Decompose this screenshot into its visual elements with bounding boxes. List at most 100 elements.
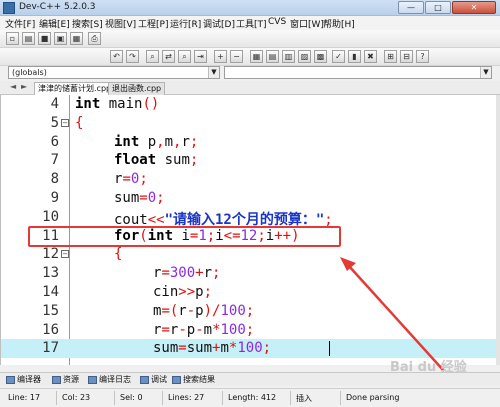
tab-scroll-left-icon[interactable]: ◄ — [10, 82, 16, 91]
tab-compiler[interactable]: 编译器 — [6, 375, 41, 386]
code-token: = — [161, 321, 170, 338]
undo-icon[interactable]: ↶ — [110, 50, 123, 63]
print-icon[interactable]: ⎙ — [88, 32, 101, 45]
tab-compile-log[interactable]: 编译日志 — [88, 375, 131, 386]
chart-icon[interactable]: ▮ — [348, 50, 361, 63]
code-token: float — [114, 152, 157, 169]
code-line[interactable]: 10 cout<<"请输入12个月的预算："; — [1, 208, 496, 228]
scope-combo[interactable]: (globals) ▼ — [8, 66, 220, 79]
code-line[interactable]: 8 r=0; — [1, 170, 496, 189]
new-class-icon[interactable]: ⊞ — [384, 50, 397, 63]
save-icon[interactable]: ■ — [38, 32, 51, 45]
code-token: ; — [189, 133, 199, 150]
code-token: ; — [262, 340, 272, 357]
menu-file[interactable]: 文件[F] — [5, 17, 35, 30]
status-separator — [290, 391, 291, 405]
find-icon[interactable]: ⌕ — [146, 50, 159, 63]
search-results-icon — [172, 376, 181, 384]
code-token: 100 — [220, 321, 246, 338]
code-line[interactable]: 5−{ — [1, 114, 496, 133]
code-token: * — [212, 321, 221, 338]
code-text: { — [114, 246, 122, 262]
save-all-icon[interactable]: ▣ — [54, 32, 67, 45]
code-line[interactable]: 6 int p,m,r; — [1, 133, 496, 152]
code-line[interactable]: 15 m=(r-p)/100; — [1, 302, 496, 321]
debug-icon[interactable]: ▩ — [314, 50, 327, 63]
code-line[interactable]: 13 r=300+r; — [1, 264, 496, 283]
replace-icon[interactable]: ⇄ — [162, 50, 175, 63]
status-separator — [162, 391, 163, 405]
code-token: 100 — [220, 302, 246, 319]
code-token: 0 — [147, 190, 157, 206]
line-number: 4 — [50, 96, 59, 112]
menu-window[interactable]: 窗口[W] — [290, 17, 324, 30]
code-token: = — [161, 265, 170, 282]
minimize-button[interactable]: — — [398, 1, 424, 14]
tab-debug[interactable]: 调试 — [140, 375, 167, 386]
menu-cvs[interactable]: CVS — [268, 17, 286, 27]
code-token: cin — [153, 284, 179, 300]
code-line[interactable]: 12− { — [1, 245, 496, 264]
compile-icon[interactable]: ▦ — [250, 50, 263, 63]
code-token: r — [203, 265, 213, 282]
open-file-icon[interactable]: ▤ — [22, 32, 35, 45]
menu-tools[interactable]: 工具[T] — [236, 17, 267, 30]
tab-search-results[interactable]: 搜索结果 — [172, 375, 215, 386]
code-text: m=(r-p)/100; — [153, 303, 254, 319]
code-token: sum — [156, 152, 190, 169]
new-file-icon[interactable]: ▫ — [6, 32, 19, 45]
menu-help[interactable]: 帮助[H] — [323, 17, 355, 30]
menu-search[interactable]: 搜索[S] — [72, 17, 103, 30]
line-number: 15 — [42, 302, 59, 319]
tab-resources-label: 资源 — [63, 375, 79, 384]
tab-scroll-right-icon[interactable]: ► — [21, 82, 27, 91]
code-line[interactable]: 9 sum=0; — [1, 189, 496, 208]
menu-edit[interactable]: 编辑[E] — [39, 17, 70, 30]
menu-run[interactable]: 运行[R] — [170, 17, 201, 30]
remove-from-project-icon[interactable]: − — [230, 50, 243, 63]
menu-project[interactable]: 工程[P] — [138, 17, 168, 30]
menu-debug[interactable]: 调试[D] — [203, 17, 235, 30]
redo-icon[interactable]: ↷ — [126, 50, 139, 63]
code-line[interactable]: 4 int main() — [1, 95, 496, 114]
maximize-button[interactable]: □ — [425, 1, 451, 14]
status-separator — [340, 391, 341, 405]
stop-icon[interactable]: ✖ — [364, 50, 377, 63]
window-title: Dev-C++ 5.2.0.3 — [19, 2, 96, 12]
compiler-icon — [6, 376, 15, 384]
menu-view[interactable]: 视图[V] — [105, 17, 136, 30]
code-token: >> — [178, 284, 196, 300]
code-line[interactable]: 16 r=r-p-m*100; — [1, 321, 496, 340]
menu-bar: 文件[F] 编辑[E] 搜索[S] 视图[V] 工程[P] 运行[R] 调试[D… — [0, 16, 500, 30]
code-line[interactable]: 7 float sum; — [1, 151, 496, 170]
fold-toggle-icon[interactable]: − — [61, 250, 69, 259]
run-icon[interactable]: ▤ — [266, 50, 279, 63]
line-number: 12 — [42, 246, 59, 263]
fold-toggle-icon[interactable]: − — [61, 118, 69, 127]
code-token: { — [75, 114, 84, 131]
code-text: cin>>p; — [153, 284, 212, 300]
close-file-icon[interactable]: ▦ — [70, 32, 83, 45]
function-combo[interactable]: ▼ — [224, 66, 492, 79]
compile-run-icon[interactable]: ▥ — [282, 50, 295, 63]
tab-resources[interactable]: 资源 — [52, 375, 79, 386]
close-button[interactable]: ✕ — [452, 1, 496, 14]
add-to-project-icon[interactable]: + — [214, 50, 227, 63]
code-line[interactable]: 14 cin>>p; — [1, 283, 496, 302]
rebuild-icon[interactable]: ▨ — [298, 50, 311, 63]
line-number: 17 — [42, 340, 59, 357]
code-text: int main() — [75, 96, 159, 112]
code-token: sum — [153, 340, 179, 357]
goto-line-icon[interactable]: ⇥ — [194, 50, 207, 63]
line-number: 9 — [50, 190, 59, 206]
tab-file-2[interactable]: 退出函数.cpp — [108, 82, 166, 95]
check-syntax-icon[interactable]: ✓ — [332, 50, 345, 63]
status-line: Line: 17 — [8, 393, 41, 402]
find-next-icon[interactable]: ⌕ — [178, 50, 191, 63]
class-browser-icon[interactable]: ⊟ — [400, 50, 413, 63]
tab-file-1[interactable]: 津津的储蓄计划.cpp — [34, 82, 116, 95]
help-icon[interactable]: ? — [416, 50, 429, 63]
vertical-scrollbar[interactable] — [496, 95, 500, 365]
code-token: )/ — [203, 302, 221, 319]
code-token: main — [100, 96, 143, 112]
